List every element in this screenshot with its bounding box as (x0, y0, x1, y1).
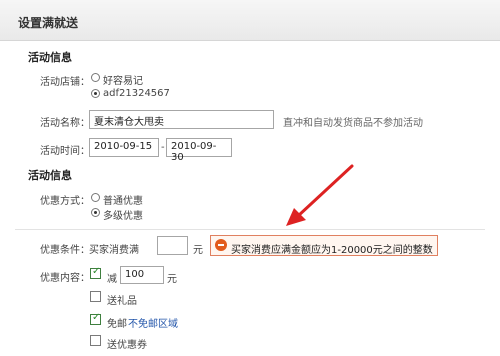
start-date-input[interactable]: 2010-09-15 (89, 138, 159, 157)
reduce-unit: 元 (167, 274, 177, 285)
excluded-region-link[interactable]: 不免邮区域 (128, 315, 178, 330)
error-message: 买家消费应满金额应为1-20000元之间的整数 (231, 245, 433, 256)
section-title-discount: 活动信息 (28, 169, 72, 182)
gift-label: 送礼品 (107, 296, 137, 307)
mode-label: 优惠方式： (40, 196, 90, 207)
name-label: 活动名称： (40, 118, 90, 129)
coupon-checkbox[interactable] (90, 335, 101, 346)
free-shipping-checkbox[interactable] (90, 312, 101, 325)
condition-unit: 元 (193, 245, 203, 256)
end-date-input[interactable]: 2010-09-30 (166, 138, 232, 163)
section-title-activity: 活动信息 (28, 51, 72, 64)
store-option-2[interactable]: adf21324567 (103, 88, 170, 99)
mode-option-multi[interactable]: 多级优惠 (103, 207, 143, 222)
store-option-1[interactable]: 好容易记 (103, 72, 143, 87)
gift-checkbox[interactable] (90, 291, 101, 302)
page-title: 设置满就送 (18, 16, 79, 30)
reduce-amount-input[interactable]: 100 (120, 266, 164, 284)
condition-amount-input[interactable] (157, 236, 188, 255)
date-separator: - (161, 142, 165, 153)
content-label: 优惠内容： (40, 273, 90, 284)
store-radio-1[interactable] (91, 73, 100, 82)
store-radio-2[interactable] (91, 89, 100, 98)
time-label: 活动时间： (40, 146, 90, 157)
condition-label: 优惠条件： (40, 245, 90, 256)
reduce-checkbox[interactable] (90, 266, 101, 279)
mode-option-normal[interactable]: 普通优惠 (103, 192, 143, 207)
name-hint: 直冲和自动发货商品不参加活动 (283, 118, 423, 129)
mode-radio-normal[interactable] (91, 193, 100, 202)
store-label: 活动店铺： (40, 77, 90, 88)
error-icon (215, 239, 227, 251)
coupon-label: 送优惠券 (107, 340, 147, 351)
activity-name-input[interactable]: 夏末清仓大甩卖 (89, 110, 274, 129)
annotation-arrow (280, 160, 360, 230)
reduce-label: 减 (107, 274, 117, 285)
free-shipping-label: 免邮 (107, 319, 127, 330)
mode-radio-multi[interactable] (91, 208, 100, 217)
condition-prefix: 买家消费满 (89, 245, 139, 256)
section-divider (15, 229, 485, 230)
